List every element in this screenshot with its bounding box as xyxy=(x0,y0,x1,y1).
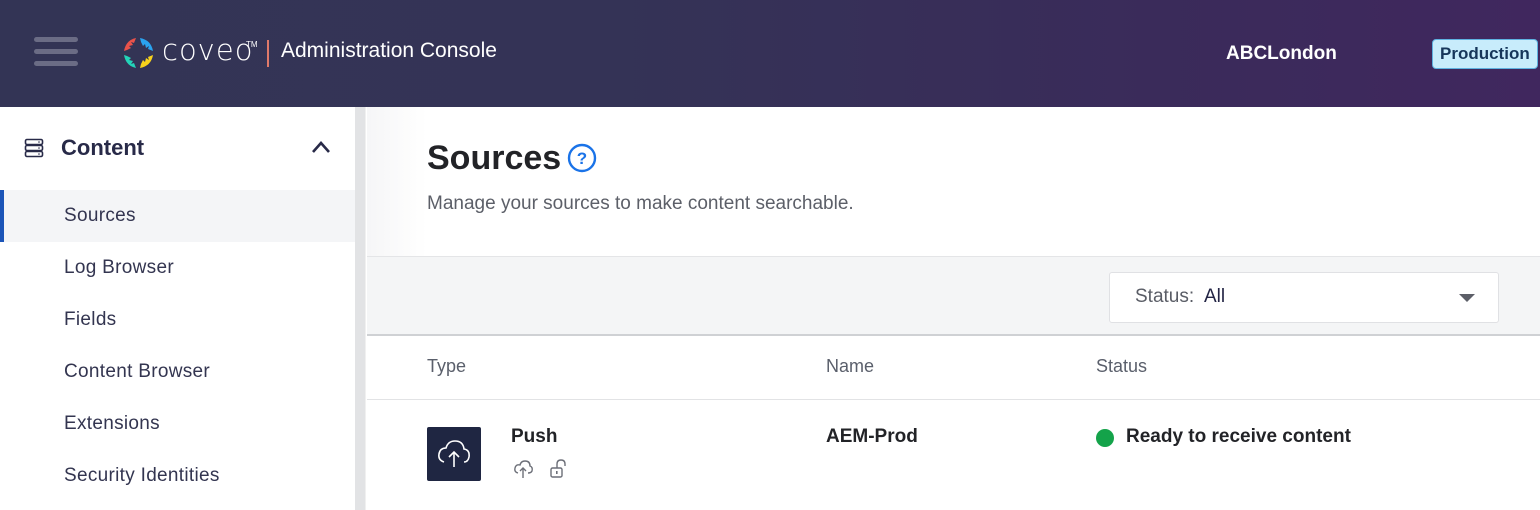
header-divider xyxy=(267,40,269,67)
sidebar-item-fields[interactable]: Fields xyxy=(0,294,355,346)
unlocked-icon xyxy=(550,459,566,478)
svg-text:?: ? xyxy=(577,149,587,168)
cloud-upload-icon xyxy=(438,440,470,467)
status-filter-select[interactable]: Status: All xyxy=(1109,272,1499,323)
sidebar-scrollbar[interactable] xyxy=(355,107,366,510)
sidebar-section-content[interactable]: Content xyxy=(0,127,355,171)
coveo-logo-icon xyxy=(124,38,153,68)
source-type-tile xyxy=(427,427,481,481)
page-title: Sources xyxy=(427,139,562,177)
sidebar-item-extensions[interactable]: Extensions xyxy=(0,398,355,450)
source-status: Ready to receive content xyxy=(1126,426,1351,447)
help-circle-icon[interactable]: ? xyxy=(567,143,597,173)
main-content: Sources ? Manage your sources to make co… xyxy=(367,107,1540,510)
source-type: Push xyxy=(511,426,558,447)
trademark: TM xyxy=(246,40,258,49)
chevron-up-icon[interactable] xyxy=(310,138,332,156)
column-header-status[interactable]: Status xyxy=(1096,356,1147,377)
sidebar-item-content-browser[interactable]: Content Browser xyxy=(0,346,355,398)
status-filter-label: Status: xyxy=(1135,286,1195,307)
column-header-type[interactable]: Type xyxy=(427,356,466,377)
status-indicator xyxy=(1096,429,1114,447)
sidebar-item-sources[interactable]: Sources xyxy=(0,190,355,242)
filter-bar: Status: All xyxy=(367,256,1540,336)
top-bar: coveo TM Administration Console ABCLondo… xyxy=(0,0,1540,107)
brand-name: coveo xyxy=(162,33,254,67)
caret-down-icon xyxy=(1459,294,1475,302)
column-header-name[interactable]: Name xyxy=(826,356,874,377)
push-upload-icon xyxy=(514,460,533,478)
status-filter-value: All xyxy=(1204,286,1226,307)
sidebar-item-security-identities[interactable]: Security Identities xyxy=(0,450,355,502)
hamburger-menu-icon[interactable] xyxy=(34,37,78,69)
table-header: Type Name Status xyxy=(367,336,1540,400)
sidebar-section-title: Content xyxy=(61,135,145,160)
environment-badge: Production xyxy=(1432,39,1538,69)
app-title: Administration Console xyxy=(281,39,497,62)
sidebar-item-log-browser[interactable]: Log Browser xyxy=(0,242,355,294)
organization-name[interactable]: ABCLondon xyxy=(1226,43,1337,65)
sidebar: Content Sources Log Browser Fields Conte… xyxy=(0,107,355,510)
page-description: Manage your sources to make content sear… xyxy=(427,193,854,214)
table-row[interactable]: Push AEM-Prod Ready to receive content xyxy=(367,400,1540,510)
source-name[interactable]: AEM-Prod xyxy=(826,426,918,448)
server-stack-icon xyxy=(24,138,44,158)
